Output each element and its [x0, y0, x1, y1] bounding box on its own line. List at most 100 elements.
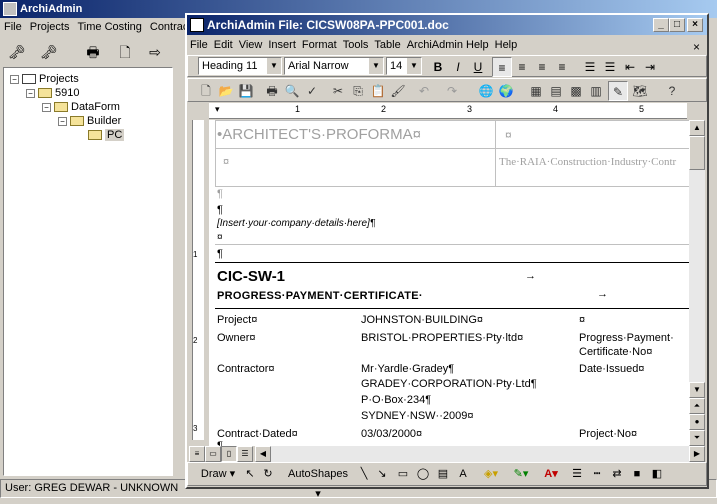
document-map-icon[interactable]: 🗺: [630, 81, 650, 101]
horizontal-scroll-track[interactable]: [271, 446, 689, 462]
bullets-icon[interactable]: ☰: [600, 57, 620, 77]
chevron-down-icon[interactable]: ▼: [407, 58, 421, 74]
font-select[interactable]: Arial Narrow ▼: [284, 57, 384, 75]
shadow-icon[interactable]: ■: [628, 464, 646, 484]
undo-icon[interactable]: ↶: [414, 81, 434, 101]
cut-icon[interactable]: ✂: [328, 81, 348, 101]
rectangle-icon[interactable]: ▭: [394, 464, 412, 484]
app-menu-time-costing[interactable]: Time Costing: [73, 18, 145, 37]
tree-item-pc[interactable]: PC: [88, 128, 125, 142]
new-icon[interactable]: 🗋: [196, 81, 216, 101]
collapse-icon[interactable]: −: [58, 116, 67, 126]
style-select[interactable]: Heading 11 ▼: [198, 57, 282, 75]
new-doc-icon[interactable]: 🗋: [114, 41, 136, 63]
arrow-style-icon[interactable]: ⇄: [608, 464, 626, 484]
chevron-down-icon[interactable]: ▼: [267, 58, 281, 74]
line-color-icon[interactable]: ✎▾: [508, 464, 534, 484]
drawing-icon[interactable]: ✎: [608, 81, 628, 101]
normal-view-icon[interactable]: ≡: [189, 446, 205, 462]
tree-item-projects[interactable]: − Projects: [10, 72, 79, 86]
align-left-icon[interactable]: ≡: [492, 57, 512, 77]
ruler-indent-marker[interactable]: ▾: [215, 104, 220, 115]
autoshapes-button[interactable]: AutoShapes ▾: [284, 464, 352, 500]
tree-item-builder[interactable]: − Builder: [58, 114, 121, 128]
fill-color-icon[interactable]: ◈▾: [478, 464, 504, 484]
bold-icon[interactable]: B: [428, 57, 448, 77]
tables-borders-icon[interactable]: ▦: [526, 81, 546, 101]
line-style-icon[interactable]: ☰: [568, 464, 586, 484]
menu-tools[interactable]: Tools: [340, 36, 372, 54]
columns-icon[interactable]: ▥: [586, 81, 606, 101]
vertical-scrollbar[interactable]: ▲ ▼ ⏶ ● ⏷: [689, 120, 705, 446]
scroll-up-icon[interactable]: ▲: [689, 120, 705, 136]
app-menu-file[interactable]: File: [0, 18, 26, 37]
print-layout-icon[interactable]: ▯: [221, 446, 237, 462]
select-browse-object-icon[interactable]: ●: [689, 414, 705, 430]
scroll-down-icon[interactable]: ▼: [689, 382, 705, 398]
justify-icon[interactable]: ≡: [552, 57, 572, 77]
horizontal-ruler[interactable]: ▾ 1 2 3 4 5: [209, 103, 687, 119]
scroll-thumb[interactable]: [689, 136, 705, 170]
3d-icon[interactable]: ◧: [648, 464, 666, 484]
line-icon[interactable]: ╲: [356, 464, 372, 484]
export-icon[interactable]: ⇨: [144, 41, 166, 63]
text-box-icon[interactable]: ▤: [434, 464, 452, 484]
print-icon[interactable]: 🖶: [82, 41, 104, 63]
close-icon[interactable]: ×: [687, 18, 703, 32]
redo-icon[interactable]: ↷: [442, 81, 462, 101]
help-icon[interactable]: ?: [662, 81, 682, 101]
collapse-icon[interactable]: −: [10, 74, 19, 84]
menu-file[interactable]: File: [187, 36, 211, 54]
dash-style-icon[interactable]: ┅: [588, 464, 606, 484]
italic-icon[interactable]: I: [448, 57, 468, 77]
menu-table[interactable]: Table: [371, 36, 403, 54]
spelling-icon[interactable]: ✓: [302, 81, 322, 101]
key-alt-icon[interactable]: 🗝: [38, 41, 60, 63]
menu-archiadmin-help[interactable]: ArchiAdmin Help: [404, 36, 492, 54]
menu-edit[interactable]: Edit: [211, 36, 236, 54]
print-icon[interactable]: 🖶: [262, 81, 282, 101]
collapse-icon[interactable]: −: [26, 88, 35, 98]
scroll-left-icon[interactable]: ◀: [255, 446, 271, 462]
web-layout-icon[interactable]: ▭: [205, 446, 221, 462]
menu-format[interactable]: Format: [299, 36, 340, 54]
wordart-icon[interactable]: A: [454, 464, 472, 484]
chevron-down-icon[interactable]: ▼: [369, 58, 383, 74]
menu-help[interactable]: Help: [492, 36, 521, 54]
align-right-icon[interactable]: ≡: [532, 57, 552, 77]
insert-table-icon[interactable]: ▤: [546, 81, 566, 101]
minimize-icon[interactable]: _: [653, 18, 669, 32]
oval-icon[interactable]: ◯: [414, 464, 432, 484]
hyperlink-icon[interactable]: 🌐: [476, 81, 496, 101]
app-menu-projects[interactable]: Projects: [26, 18, 74, 37]
document-page[interactable]: •ARCHITECT'S·PROFORMA¤ ¤ ¤ The·RAIA·Cons…: [209, 120, 689, 446]
close-doc-icon[interactable]: ×: [690, 38, 703, 56]
web-toolbar-icon[interactable]: 🌍: [496, 81, 516, 101]
tree-item-dataform[interactable]: − DataForm: [42, 100, 120, 114]
next-page-icon[interactable]: ⏷: [689, 430, 705, 446]
increase-indent-icon[interactable]: ⇥: [640, 57, 660, 77]
arrow-icon[interactable]: ↘: [374, 464, 390, 484]
align-center-icon[interactable]: ≡: [512, 57, 532, 77]
underline-icon[interactable]: U: [468, 57, 488, 77]
print-preview-icon[interactable]: 🔍: [282, 81, 302, 101]
format-painter-icon[interactable]: 🖌: [388, 81, 408, 101]
maximize-icon[interactable]: □: [669, 18, 685, 32]
select-objects-icon[interactable]: ↖: [242, 464, 258, 484]
key-icon[interactable]: 🗝: [6, 41, 28, 63]
draw-menu-button[interactable]: Draw ▾: [198, 464, 238, 484]
save-icon[interactable]: 💾: [236, 81, 256, 101]
decrease-indent-icon[interactable]: ⇤: [620, 57, 640, 77]
collapse-icon[interactable]: −: [42, 102, 51, 112]
numbering-icon[interactable]: ☰: [580, 57, 600, 77]
tree-item-5910[interactable]: − 5910: [26, 86, 79, 100]
paste-icon[interactable]: 📋: [368, 81, 388, 101]
size-select[interactable]: 14 ▼: [386, 57, 422, 75]
open-icon[interactable]: 📂: [216, 81, 236, 101]
vertical-ruler[interactable]: 1 2 3: [189, 120, 207, 440]
previous-page-icon[interactable]: ⏶: [689, 398, 705, 414]
free-rotate-icon[interactable]: ↻: [260, 464, 276, 484]
insert-excel-icon[interactable]: ▩: [566, 81, 586, 101]
scroll-right-icon[interactable]: ▶: [689, 446, 705, 462]
menu-view[interactable]: View: [236, 36, 266, 54]
